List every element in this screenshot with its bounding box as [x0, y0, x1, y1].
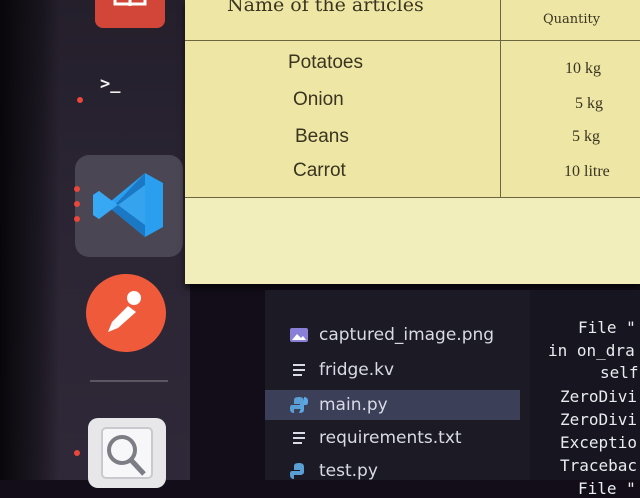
terminal-launcher[interactable]: >_ — [100, 74, 140, 102]
vscode-running-indicator — [74, 216, 80, 222]
vscode-running-indicator — [74, 186, 80, 192]
postman-icon — [108, 291, 141, 332]
vscode-icon — [93, 173, 163, 237]
vscode-running-indicator — [74, 201, 80, 207]
table-cell-item: Potatoes — [288, 52, 363, 73]
image-viewer-launcher[interactable] — [88, 418, 166, 488]
image-file-icon — [289, 325, 309, 345]
terminal-line: Exceptio — [560, 433, 638, 452]
terminal-running-indicator — [77, 97, 83, 103]
file-name: test.py — [319, 461, 378, 481]
ubuntu-software-launcher[interactable] — [95, 0, 165, 28]
file-item[interactable]: fridge.kv — [265, 355, 520, 385]
shopping-bag-icon — [113, 0, 147, 6]
file-explorer: captured_image.png fridge.kv main.py req… — [265, 290, 530, 481]
terminal-icon: >_ — [100, 74, 121, 94]
file-name: fridge.kv — [319, 360, 395, 380]
dock: >_ — [0, 0, 190, 488]
terminal-line: ZeroDivi — [560, 410, 638, 429]
python-file-icon — [289, 461, 309, 481]
table-column-divider — [500, 0, 501, 198]
table-divider — [185, 197, 640, 198]
articles-table: Name of the articles Quantity Potatoes 1… — [185, 0, 640, 198]
python-file-icon — [289, 395, 309, 415]
header-quantity: Quantity — [543, 12, 601, 27]
vscode-launcher[interactable] — [75, 155, 183, 257]
text-file-icon — [289, 428, 309, 448]
terminal-line: in on_dra — [548, 341, 635, 360]
file-item[interactable]: test.py — [265, 456, 520, 486]
dock-shadow — [0, 0, 60, 480]
table-cell-quantity: 5 kg — [572, 128, 600, 145]
table-cell-item: Beans — [295, 126, 349, 147]
table-divider — [185, 40, 640, 41]
terminal-line: ZeroDivi — [560, 387, 638, 406]
postman-launcher[interactable] — [86, 274, 166, 352]
magnifier-icon — [101, 427, 153, 479]
dock-separator — [90, 380, 168, 382]
table-cell-quantity: 5 kg — [575, 95, 603, 112]
table-cell-quantity: 10 litre — [564, 163, 610, 180]
terminal-line: File " — [578, 318, 636, 337]
file-name: captured_image.png — [319, 325, 495, 345]
document-window: Name of the articles Quantity Potatoes 1… — [185, 0, 640, 284]
file-name: main.py — [319, 395, 388, 415]
table-cell-item: Onion — [293, 89, 344, 110]
file-item[interactable]: requirements.txt — [265, 423, 520, 453]
terminal-line: File " — [578, 479, 636, 498]
file-name: requirements.txt — [319, 428, 462, 448]
image-viewer-running-indicator — [74, 450, 80, 456]
terminal-output-panel[interactable]: File " in on_dra self ZeroDivi ZeroDivi … — [530, 290, 640, 498]
table-cell-quantity: 10 kg — [565, 60, 601, 77]
table-cell-item: Carrot — [293, 160, 346, 181]
header-name-of-articles: Name of the articles — [227, 0, 424, 16]
file-item[interactable]: captured_image.png — [265, 320, 520, 350]
text-file-icon — [289, 360, 309, 380]
terminal-line: Tracebac — [560, 456, 638, 475]
terminal-line: self — [600, 363, 639, 382]
file-item-selected[interactable]: main.py — [265, 390, 520, 420]
